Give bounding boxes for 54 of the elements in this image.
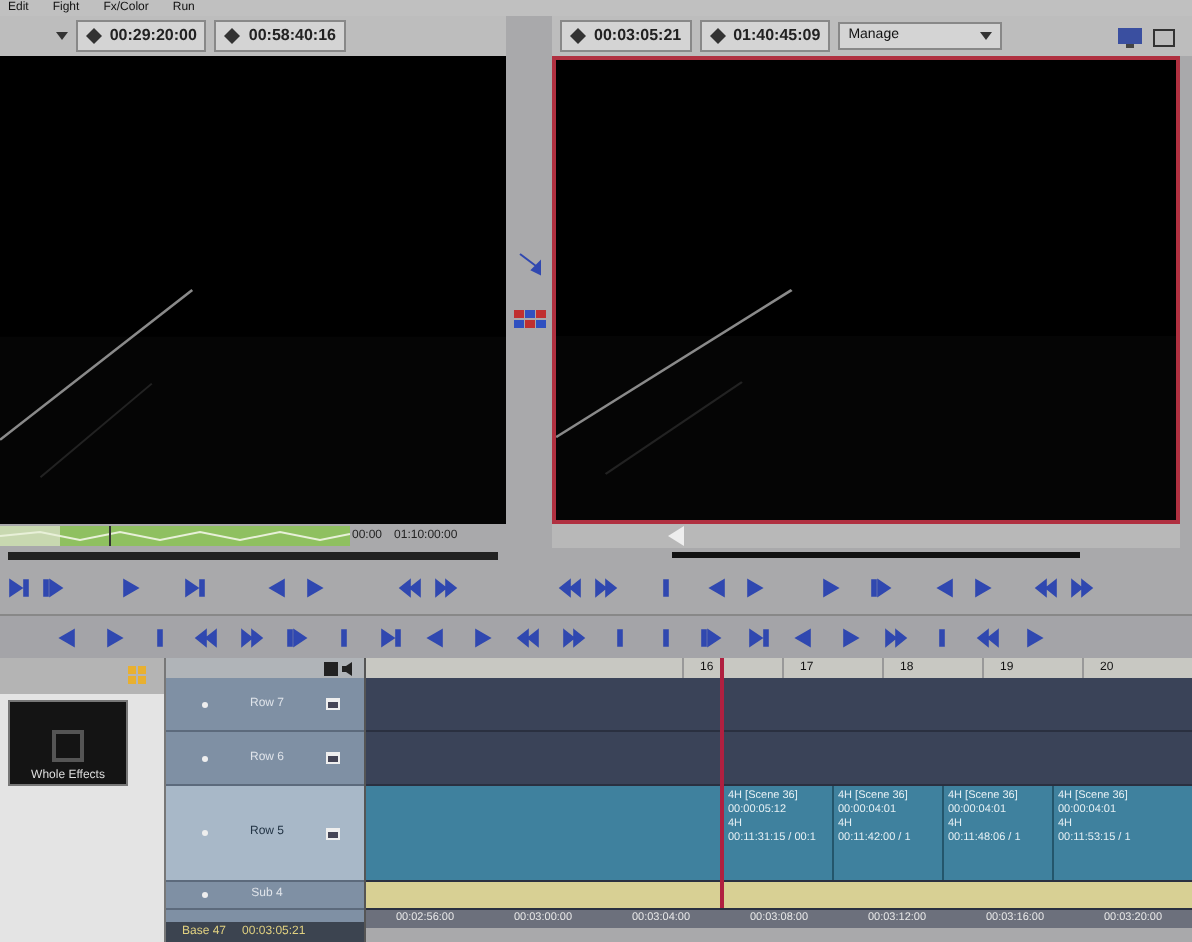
dot-icon[interactable]: [202, 830, 208, 836]
tool-icon: [470, 627, 494, 647]
track-toggle-icon[interactable]: [326, 827, 340, 839]
tool-icon: [56, 627, 80, 647]
diamond-icon: [709, 28, 726, 44]
dot-icon[interactable]: [202, 755, 208, 761]
dot-icon[interactable]: [202, 892, 208, 898]
step-forward-icon: [742, 578, 766, 598]
tool-icon: [102, 627, 126, 647]
timecode: 00:03:05:21: [594, 24, 682, 48]
caret-icon: [980, 32, 993, 40]
tool-icon: [1022, 627, 1046, 647]
mark-in-icon: [558, 578, 582, 598]
tool-icon: [240, 627, 264, 647]
arrow-icon[interactable]: [515, 250, 543, 278]
track-toggle-icon[interactable]: [326, 698, 340, 710]
dropdown-arrow-icon[interactable]: [55, 32, 68, 40]
step-forward-icon: [302, 578, 326, 598]
tool-icon: [746, 627, 770, 647]
timecode: 00:58:40:16: [248, 24, 336, 48]
track-toggle-icon[interactable]: [326, 752, 340, 764]
tool-icon: [884, 627, 908, 647]
go-to-out-icon: [970, 578, 994, 598]
tool-icon: [516, 627, 540, 647]
play-icon: [118, 578, 142, 598]
dot-icon[interactable]: [202, 701, 208, 707]
tool-icon: [792, 627, 816, 647]
effect-icon: [50, 728, 86, 764]
play-to-end-icon: [182, 578, 206, 598]
timecode: 01:40:45:09: [733, 24, 821, 48]
play-icon: [818, 578, 842, 598]
fast-forward-icon: [1070, 578, 1094, 598]
mark-in-icon: [398, 578, 422, 598]
tool-icon: [562, 627, 586, 647]
diamond-icon: [224, 28, 241, 44]
tool-icon: [378, 627, 402, 647]
play-in-icon: [42, 578, 66, 598]
timecode: 00:29:20:00: [109, 24, 197, 48]
tool-icon: [194, 627, 218, 647]
rewind-icon: [1034, 578, 1058, 598]
tool-icon: [286, 627, 310, 647]
window-icon[interactable]: [1152, 25, 1176, 47]
lock-icon[interactable]: [324, 661, 338, 675]
mark-out-icon: [434, 578, 458, 598]
monitor-icon[interactable]: [1116, 25, 1144, 47]
tool-icon: [976, 627, 1000, 647]
mark-out-icon: [594, 578, 618, 598]
tool-icon: [700, 627, 724, 647]
tool-icon: [838, 627, 862, 647]
go-to-in-icon: [934, 578, 958, 598]
color-grid-icon[interactable]: [513, 310, 545, 330]
play-to-end-icon: [870, 578, 894, 598]
position-marker-icon[interactable]: [668, 526, 684, 546]
tool-icon: [424, 627, 448, 647]
